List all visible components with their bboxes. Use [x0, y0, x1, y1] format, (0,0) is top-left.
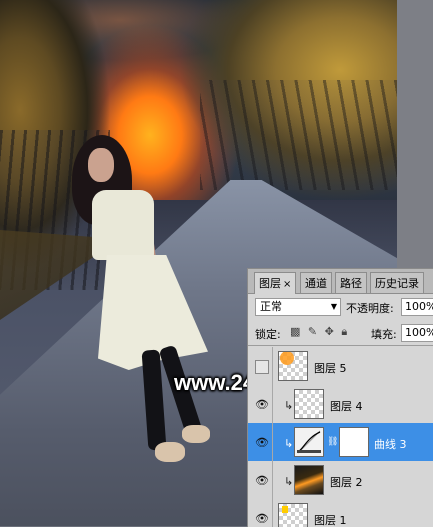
layer-mask-thumbnail[interactable] — [339, 427, 369, 457]
layer-thumbnail — [278, 503, 308, 527]
eye-icon[interactable]: 👁︎ — [255, 436, 269, 449]
panel-tab-bar: 图层 × 通道 路径 历史记录 — [248, 269, 433, 294]
lock-image-pixels-icon[interactable]: ✎ — [308, 325, 319, 338]
lock-row: 锁定: ▩ ✎ ✥ 🔒︎ 填充: 100% — [248, 321, 433, 346]
visibility-toggle[interactable]: 👁︎ — [250, 423, 273, 462]
opacity-label: 不透明度: — [346, 302, 394, 315]
lock-icons: ▩ ✎ ✥ 🔒︎ — [290, 325, 349, 339]
layer-thumbnail — [294, 465, 324, 495]
lock-label: 锁定: — [255, 328, 281, 341]
tab-paths[interactable]: 路径 — [335, 272, 367, 293]
layer-name: 图层 4 — [330, 400, 363, 413]
layer-row[interactable]: 👁︎ 图层 1 — [248, 499, 433, 527]
yellow-spot-thumb — [282, 506, 288, 513]
blend-mode-select[interactable]: 正常 ▼ — [255, 298, 341, 316]
layer-row[interactable]: 图层 5 — [248, 347, 433, 387]
girl-face — [88, 148, 114, 182]
visibility-toggle[interactable] — [250, 347, 273, 386]
clipping-arrow-icon: ↳ — [284, 437, 294, 450]
layer-name: 图层 1 — [314, 514, 347, 527]
fill-field[interactable]: 100% — [401, 324, 433, 342]
fill-label: 填充: — [371, 328, 397, 341]
blend-mode-value: 正常 — [260, 300, 282, 313]
blend-row: 正常 ▼ 不透明度: 100% — [248, 295, 433, 321]
link-chain-icon[interactable]: ⛓︎ — [327, 437, 338, 447]
girl-shoe-right — [182, 425, 210, 443]
layer-row-selected[interactable]: 👁︎ ↳ ⛓︎ 曲线 3 — [248, 423, 433, 463]
layer-name: 图层 2 — [330, 476, 363, 489]
tab-layers[interactable]: 图层 × — [254, 272, 297, 294]
tab-channels[interactable]: 通道 — [300, 272, 332, 293]
eye-off-box[interactable] — [255, 360, 269, 374]
tab-layers-label: 图层 — [259, 277, 281, 290]
curves-adjustment-icon — [294, 427, 324, 457]
visibility-toggle[interactable]: 👁︎ — [250, 461, 273, 500]
layer-thumbnail — [294, 389, 324, 419]
visibility-toggle[interactable]: 👁︎ — [250, 499, 273, 527]
eye-icon[interactable]: 👁︎ — [255, 512, 269, 525]
orange-glow-thumb — [280, 351, 294, 365]
canvas-background-strip — [397, 0, 433, 268]
clipping-arrow-icon: ↳ — [284, 475, 294, 488]
girl-shoe-left — [155, 442, 185, 462]
lock-transparent-pixels-icon[interactable]: ▩ — [290, 325, 302, 338]
clipping-arrow-icon: ↳ — [284, 399, 294, 412]
lock-all-icon[interactable]: 🔒︎ — [341, 325, 349, 338]
eye-icon[interactable]: 👁︎ — [255, 398, 269, 411]
tab-history[interactable]: 历史记录 — [370, 272, 424, 293]
girl-dress-top — [92, 190, 154, 260]
lock-position-icon[interactable]: ✥ — [325, 325, 336, 338]
layer-row[interactable]: 👁︎ ↳ 图层 2 — [248, 461, 433, 501]
layer-row[interactable]: 👁︎ ↳ 图层 4 — [248, 385, 433, 425]
opacity-field[interactable]: 100% — [401, 298, 433, 316]
close-icon[interactable]: × — [283, 279, 291, 290]
tab-channels-label: 通道 — [305, 277, 327, 290]
tab-history-label: 历史记录 — [375, 277, 419, 290]
chevron-down-icon: ▼ — [330, 302, 337, 311]
layer-name: 曲线 3 — [374, 438, 407, 451]
layer-thumbnail — [278, 351, 308, 381]
eye-icon[interactable]: 👁︎ — [255, 474, 269, 487]
layers-list: 图层 5 👁︎ ↳ 图层 4 👁︎ ↳ ⛓︎ 曲线 3 👁︎ ↳ 图层 2 👁︎… — [248, 347, 433, 527]
layer-name: 图层 5 — [314, 362, 347, 375]
layers-panel: 图层× 通道 路径 历史记录 正常 ▼ 不透明度: 100% 锁定: ▩ ✎ ✥… — [247, 268, 433, 527]
visibility-toggle[interactable]: 👁︎ — [250, 385, 273, 424]
curves-graph-icon — [297, 430, 321, 454]
tab-paths-label: 路径 — [340, 277, 362, 290]
